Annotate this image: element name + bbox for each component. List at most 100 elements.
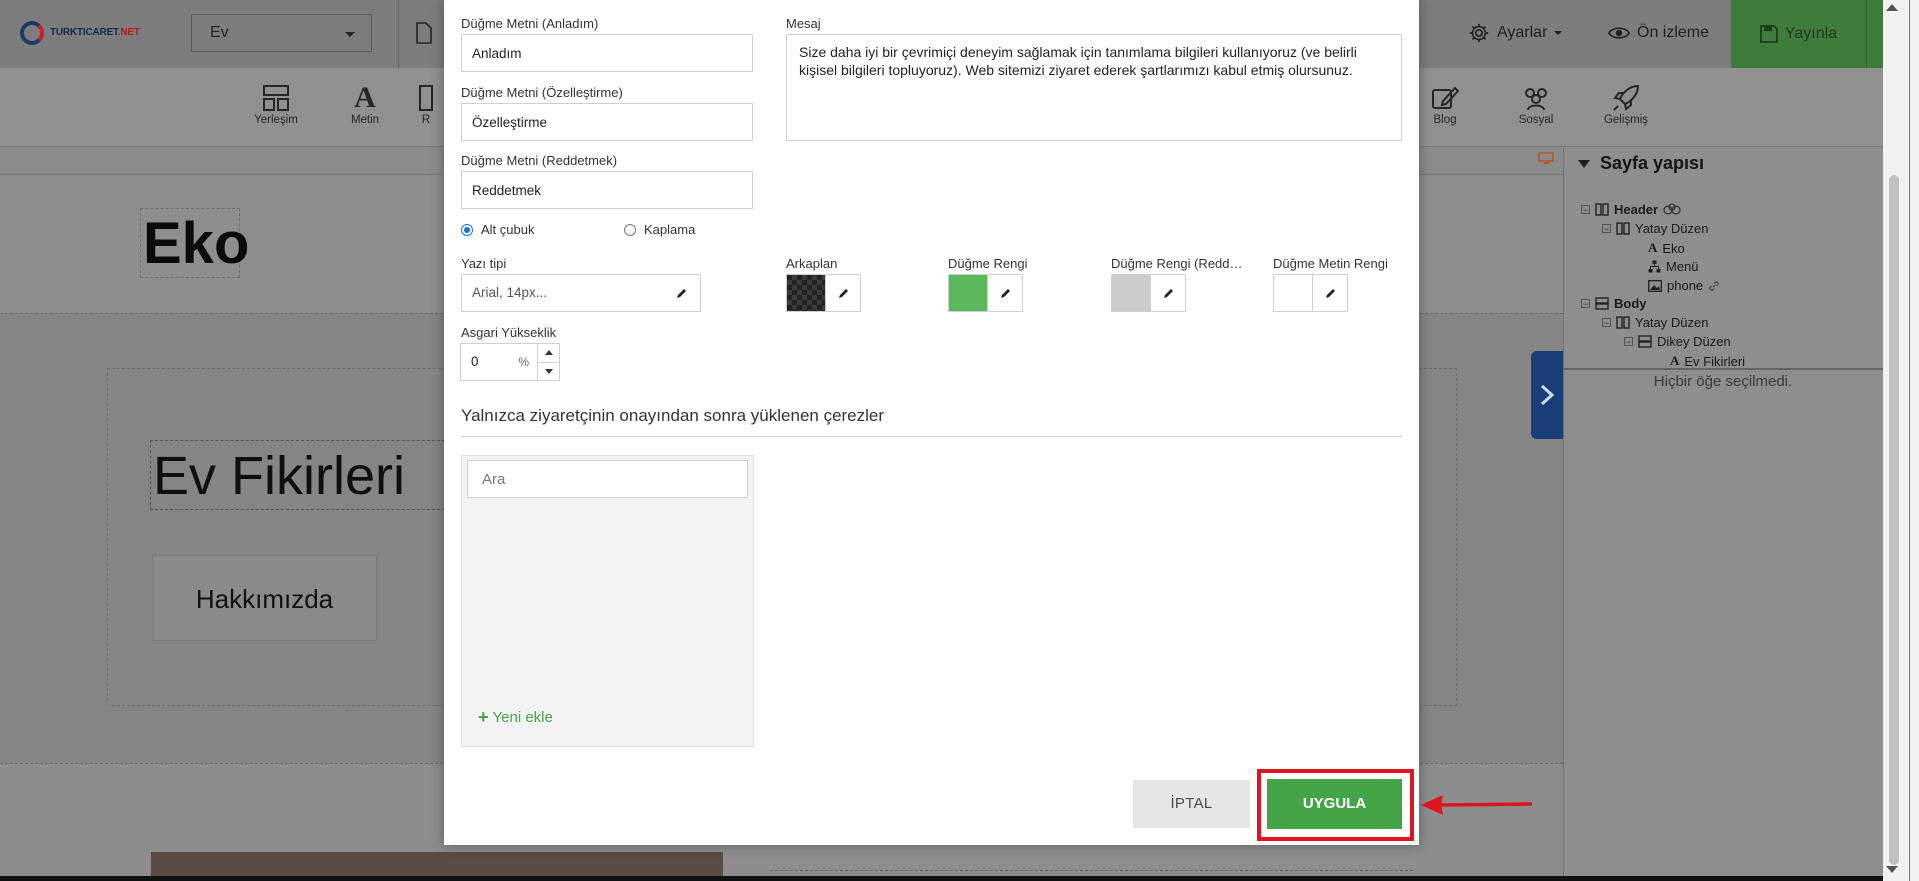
tree-label: Yatay Düzen <box>1635 315 1709 330</box>
tree-item-body[interactable]: − Body <box>1581 296 1647 311</box>
tree-item-eko[interactable]: A Eko <box>1648 240 1685 256</box>
text-icon: A <box>1670 353 1680 368</box>
button-color-edit-button[interactable] <box>987 275 1022 311</box>
radio-bottom-bar[interactable]: Alt çubuk <box>461 222 534 237</box>
button-text-color-edit-button[interactable] <box>1312 275 1347 311</box>
cookies-section-title: Yalnızca ziyaretçinin onayından sonra yü… <box>461 406 885 425</box>
collapse-toggle-icon[interactable]: − <box>1602 224 1611 234</box>
section-divider <box>461 436 1402 437</box>
toolbar-item-social[interactable]: Sosyal <box>1496 82 1576 126</box>
apply-button[interactable]: UYGULA <box>1267 779 1402 829</box>
tree-item-horizontal-layout-body[interactable]: − Yatay Düzen <box>1602 315 1708 330</box>
tree-item-ev-fikirleri[interactable]: A Ev Fikirleri <box>1670 353 1745 369</box>
pencil-icon <box>1163 288 1173 298</box>
desktop-icon[interactable] <box>1538 152 1554 164</box>
collapse-toggle-icon[interactable]: − <box>1581 299 1590 309</box>
brand-logo[interactable]: TURKTICARET.NET <box>20 20 150 48</box>
publish-dropdown-toggle[interactable] <box>1866 0 1883 68</box>
preview-button[interactable]: Ön izleme <box>1608 18 1709 48</box>
radio-overlay[interactable]: Kaplama <box>624 222 695 237</box>
background-label: Arkaplan <box>786 256 838 271</box>
tree-label: Menü <box>1666 259 1699 274</box>
tree-item-menu[interactable]: Menü <box>1648 259 1699 274</box>
pencil-icon <box>1325 288 1335 298</box>
chevron-down-icon <box>345 32 355 37</box>
add-new-label: Yeni ekle <box>492 709 553 726</box>
radio-label: Kaplama <box>644 222 696 237</box>
tree-label: Dikey Düzen <box>1657 334 1731 349</box>
collapse-toggle-icon[interactable]: − <box>1581 205 1590 215</box>
button-color-swatch <box>949 275 987 311</box>
btn-reject-label: Düğme Metni (Reddetmek) <box>461 153 618 168</box>
eye-icon <box>1608 27 1630 39</box>
button-color-reject-label: Düğme Rengi (Reddetmek) <box>1111 256 1243 271</box>
panel-title[interactable]: Sayfa yapısı <box>1578 153 1704 174</box>
publish-button[interactable]: Yayınla <box>1731 0 1866 68</box>
btn-reject-text-input[interactable] <box>461 171 753 209</box>
toolbar-item-advanced[interactable]: Gelişmiş <box>1586 82 1666 126</box>
page-icon[interactable] <box>416 22 432 44</box>
gear-icon <box>1469 23 1489 43</box>
scrollbar-thumb[interactable] <box>1889 175 1899 865</box>
text-icon: A <box>1648 240 1658 255</box>
min-height-stepper[interactable]: 0 % <box>460 343 560 381</box>
toolbar-label: Yerleşim <box>254 114 298 126</box>
button-color-reject-picker[interactable] <box>1111 274 1186 312</box>
btn-custom-label: Düğme Metni (Özelleştirme) <box>461 85 623 100</box>
about-button[interactable]: Hakkımızda <box>152 555 377 641</box>
pencil-icon <box>838 288 848 298</box>
tree-item-vertical-layout[interactable]: − Dikey Düzen <box>1624 334 1731 349</box>
no-selection-text: Hiçbir öğe seçilmedi. <box>1653 373 1793 390</box>
message-textarea[interactable]: Size daha iyi bir çevrimiçi deneyim sağl… <box>786 34 1402 141</box>
tree-label: Eko <box>1662 240 1685 256</box>
logo-ring-icon <box>20 21 44 45</box>
radio-selected-icon <box>461 223 473 236</box>
button-color-label: Düğme Rengi <box>948 256 1028 271</box>
collapse-toggle-icon[interactable]: − <box>1602 318 1611 328</box>
toolbar-item-layout[interactable]: Yerleşim <box>236 82 316 126</box>
btn-accept-label: Düğme Metni (Anladım) <box>461 16 599 31</box>
toolbar-item-image[interactable]: R <box>406 82 446 126</box>
rows-icon <box>1595 297 1609 310</box>
chevron-down-icon <box>1554 31 1563 35</box>
logo-net: .NET <box>117 27 140 38</box>
columns-icon <box>1616 316 1630 329</box>
chevron-right-icon <box>1540 384 1555 406</box>
page-structure-panel <box>1563 147 1883 881</box>
tree-item-phone[interactable]: phone <box>1648 278 1720 293</box>
logo-text: TURKTICARET <box>50 27 118 38</box>
font-edit-button[interactable] <box>663 274 701 312</box>
collapse-toggle-icon[interactable]: − <box>1624 337 1633 347</box>
pencil-icon <box>1000 288 1010 298</box>
cookie-search-input[interactable] <box>467 460 748 498</box>
header-site-title[interactable]: Eko <box>140 208 249 278</box>
image-icon <box>1648 279 1662 292</box>
btn-custom-text-input[interactable] <box>461 103 753 141</box>
tree-item-header[interactable]: − Header <box>1581 202 1681 217</box>
scroll-down-icon[interactable] <box>1886 866 1898 873</box>
caret-down-icon <box>544 368 553 374</box>
stepper-up-button[interactable] <box>538 344 559 362</box>
background-color-picker[interactable] <box>786 274 861 312</box>
layout-icon <box>263 85 289 111</box>
page-select[interactable]: Ev <box>191 14 372 52</box>
button-text-color-picker[interactable] <box>1273 274 1348 312</box>
hero-title[interactable]: Ev Fikirleri <box>150 440 450 510</box>
add-cookie-link[interactable]: + Yeni ekle <box>478 707 553 728</box>
cancel-button[interactable]: İPTAL <box>1133 780 1250 828</box>
font-field[interactable]: Arial, 14px... <box>461 274 664 312</box>
tree-label: Body <box>1614 296 1647 311</box>
tree-item-horizontal-layout[interactable]: − Yatay Düzen <box>1602 221 1708 236</box>
font-label: Yazı tipi <box>461 256 507 271</box>
button-color-reject-edit-button[interactable] <box>1150 275 1185 311</box>
scroll-up-icon[interactable] <box>1886 4 1898 11</box>
background-edit-button[interactable] <box>825 275 860 311</box>
button-color-picker[interactable] <box>948 274 1023 312</box>
panel-toggle-tab[interactable] <box>1531 351 1563 439</box>
tree-label: Yatay Düzen <box>1635 221 1709 236</box>
toolbar-item-text[interactable]: A Metin <box>325 81 405 126</box>
btn-accept-text-input[interactable] <box>461 34 753 72</box>
panel-divider[interactable] <box>1563 368 1883 370</box>
stepper-down-button[interactable] <box>538 361 559 381</box>
settings-button[interactable]: Ayarlar <box>1468 18 1563 48</box>
